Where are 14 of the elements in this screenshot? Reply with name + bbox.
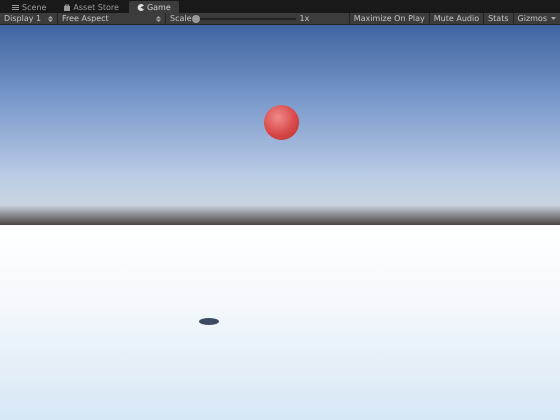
scale-reading: 1x xyxy=(300,14,310,23)
tab[interactable]: Asset Store xyxy=(56,1,127,13)
sphere-drawing xyxy=(264,105,299,140)
menu-icon xyxy=(12,4,19,10)
shadow-drawing xyxy=(199,318,219,325)
bag-icon xyxy=(64,4,70,10)
caret-icon xyxy=(156,16,161,22)
slider-thumb[interactable] xyxy=(192,14,200,22)
caret-icon xyxy=(48,16,53,22)
tab[interactable]: Scene xyxy=(4,1,54,13)
tab[interactable]: Game xyxy=(128,1,179,13)
pacman-icon xyxy=(136,4,144,10)
caret-icon xyxy=(551,17,556,20)
scale-label: Scale xyxy=(170,14,192,23)
